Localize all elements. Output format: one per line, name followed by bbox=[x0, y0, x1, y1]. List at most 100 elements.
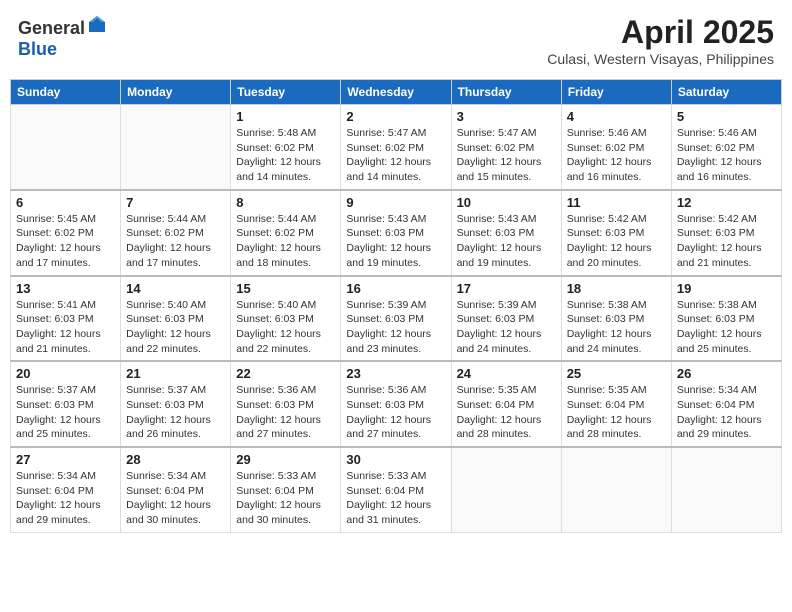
calendar-week-row: 27 Sunrise: 5:34 AM Sunset: 6:04 PM Dayli… bbox=[11, 447, 782, 532]
day-info: Sunrise: 5:34 AM Sunset: 6:04 PM Dayligh… bbox=[677, 383, 776, 442]
weekday-header-row: SundayMondayTuesdayWednesdayThursdayFrid… bbox=[11, 80, 782, 105]
calendar-cell: 13Sunrise: 5:41 AM Sunset: 6:03 PM Dayli… bbox=[11, 276, 121, 362]
weekday-header-sunday: Sunday bbox=[11, 80, 121, 105]
weekday-header-friday: Friday bbox=[561, 80, 671, 105]
day-number: 26 bbox=[677, 366, 776, 381]
page-header: General Blue April 2025 Culasi, Western … bbox=[10, 10, 782, 71]
day-number: 28 bbox=[126, 452, 225, 467]
logo-general: General bbox=[18, 18, 85, 38]
day-number: 24 bbox=[457, 366, 556, 381]
day-info: Sunrise: 5:37 AM Sunset: 6:03 PM Dayligh… bbox=[16, 383, 115, 442]
calendar-cell: 25Sunrise: 5:35 AM Sunset: 6:04 PM Dayli… bbox=[561, 361, 671, 447]
logo-blue: Blue bbox=[18, 39, 57, 59]
calendar-cell: 28 Sunrise: 5:34 AM Sunset: 6:04 PM Dayli… bbox=[121, 447, 231, 532]
day-number: 27 bbox=[16, 452, 115, 467]
day-info: Sunrise: 5:40 AM Sunset: 6:03 PM Dayligh… bbox=[236, 298, 335, 357]
calendar-cell: 29Sunrise: 5:33 AM Sunset: 6:04 PM Dayli… bbox=[231, 447, 341, 532]
day-info: Sunrise: 5:41 AM Sunset: 6:03 PM Dayligh… bbox=[16, 298, 115, 357]
day-number: 20 bbox=[16, 366, 115, 381]
calendar-cell bbox=[561, 447, 671, 532]
calendar-cell: 10 Sunrise: 5:43 AM Sunset: 6:03 PM Dayli… bbox=[451, 190, 561, 276]
day-number: 17 bbox=[457, 281, 556, 296]
day-info: Sunrise: 5:47 AM Sunset: 6:02 PM Dayligh… bbox=[346, 126, 445, 185]
day-number: 23 bbox=[346, 366, 445, 381]
calendar-cell: 4 Sunrise: 5:46 AM Sunset: 6:02 PM Daylig… bbox=[561, 105, 671, 190]
day-info: Sunrise: 5:42 AM Sunset: 6:03 PM Dayligh… bbox=[567, 212, 666, 271]
day-info: Sunrise: 5:36 AM Sunset: 6:03 PM Dayligh… bbox=[236, 383, 335, 442]
day-number: 18 bbox=[567, 281, 666, 296]
calendar-table: SundayMondayTuesdayWednesdayThursdayFrid… bbox=[10, 79, 782, 533]
logo: General Blue bbox=[18, 14, 107, 60]
calendar-cell: 27 Sunrise: 5:34 AM Sunset: 6:04 PM Dayli… bbox=[11, 447, 121, 532]
calendar-cell: 5 Sunrise: 5:46 AM Sunset: 6:02 PM Daylig… bbox=[671, 105, 781, 190]
calendar-cell: 18 Sunrise: 5:38 AM Sunset: 6:03 PM Dayli… bbox=[561, 276, 671, 362]
calendar-cell: 6 Sunrise: 5:45 AM Sunset: 6:02 PM Daylig… bbox=[11, 190, 121, 276]
calendar-cell: 7 Sunrise: 5:44 AM Sunset: 6:02 PM Daylig… bbox=[121, 190, 231, 276]
calendar-cell: 30 Sunrise: 5:33 AM Sunset: 6:04 PM Dayli… bbox=[341, 447, 451, 532]
day-number: 30 bbox=[346, 452, 445, 467]
day-number: 6 bbox=[16, 195, 115, 210]
calendar-cell: 23 Sunrise: 5:36 AM Sunset: 6:03 PM Dayli… bbox=[341, 361, 451, 447]
calendar-cell bbox=[11, 105, 121, 190]
calendar-week-row: 1 Sunrise: 5:48 AM Sunset: 6:02 PM Daylig… bbox=[11, 105, 782, 190]
day-info: Sunrise: 5:48 AM Sunset: 6:02 PM Dayligh… bbox=[236, 126, 335, 185]
day-number: 12 bbox=[677, 195, 776, 210]
calendar-cell: 1 Sunrise: 5:48 AM Sunset: 6:02 PM Daylig… bbox=[231, 105, 341, 190]
day-info: Sunrise: 5:33 AM Sunset: 6:04 PM Dayligh… bbox=[346, 469, 445, 528]
day-info: Sunrise: 5:34 AM Sunset: 6:04 PM Dayligh… bbox=[16, 469, 115, 528]
day-number: 10 bbox=[457, 195, 556, 210]
day-number: 4 bbox=[567, 109, 666, 124]
day-number: 11 bbox=[567, 195, 666, 210]
calendar-cell: 17 Sunrise: 5:39 AM Sunset: 6:03 PM Dayli… bbox=[451, 276, 561, 362]
calendar-week-row: 6 Sunrise: 5:45 AM Sunset: 6:02 PM Daylig… bbox=[11, 190, 782, 276]
calendar-cell: 9Sunrise: 5:43 AM Sunset: 6:03 PM Daylig… bbox=[341, 190, 451, 276]
calendar-cell bbox=[121, 105, 231, 190]
day-number: 1 bbox=[236, 109, 335, 124]
day-info: Sunrise: 5:36 AM Sunset: 6:03 PM Dayligh… bbox=[346, 383, 445, 442]
day-info: Sunrise: 5:40 AM Sunset: 6:03 PM Dayligh… bbox=[126, 298, 225, 357]
day-info: Sunrise: 5:44 AM Sunset: 6:02 PM Dayligh… bbox=[236, 212, 335, 271]
logo-icon bbox=[87, 14, 107, 34]
calendar-cell: 11 Sunrise: 5:42 AM Sunset: 6:03 PM Dayli… bbox=[561, 190, 671, 276]
day-info: Sunrise: 5:34 AM Sunset: 6:04 PM Dayligh… bbox=[126, 469, 225, 528]
logo-text: General Blue bbox=[18, 14, 107, 60]
weekday-header-wednesday: Wednesday bbox=[341, 80, 451, 105]
calendar-cell: 19Sunrise: 5:38 AM Sunset: 6:03 PM Dayli… bbox=[671, 276, 781, 362]
weekday-header-monday: Monday bbox=[121, 80, 231, 105]
day-info: Sunrise: 5:47 AM Sunset: 6:02 PM Dayligh… bbox=[457, 126, 556, 185]
day-number: 22 bbox=[236, 366, 335, 381]
calendar-cell: 15 Sunrise: 5:40 AM Sunset: 6:03 PM Dayli… bbox=[231, 276, 341, 362]
calendar-cell: 16 Sunrise: 5:39 AM Sunset: 6:03 PM Dayli… bbox=[341, 276, 451, 362]
day-info: Sunrise: 5:45 AM Sunset: 6:02 PM Dayligh… bbox=[16, 212, 115, 271]
calendar-week-row: 20 Sunrise: 5:37 AM Sunset: 6:03 PM Dayli… bbox=[11, 361, 782, 447]
location-subtitle: Culasi, Western Visayas, Philippines bbox=[547, 51, 774, 67]
day-info: Sunrise: 5:37 AM Sunset: 6:03 PM Dayligh… bbox=[126, 383, 225, 442]
day-info: Sunrise: 5:39 AM Sunset: 6:03 PM Dayligh… bbox=[457, 298, 556, 357]
day-info: Sunrise: 5:38 AM Sunset: 6:03 PM Dayligh… bbox=[677, 298, 776, 357]
day-info: Sunrise: 5:38 AM Sunset: 6:03 PM Dayligh… bbox=[567, 298, 666, 357]
calendar-cell: 3 Sunrise: 5:47 AM Sunset: 6:02 PM Daylig… bbox=[451, 105, 561, 190]
calendar-cell: 8Sunrise: 5:44 AM Sunset: 6:02 PM Daylig… bbox=[231, 190, 341, 276]
calendar-cell: 12Sunrise: 5:42 AM Sunset: 6:03 PM Dayli… bbox=[671, 190, 781, 276]
calendar-cell: 2Sunrise: 5:47 AM Sunset: 6:02 PM Daylig… bbox=[341, 105, 451, 190]
day-number: 7 bbox=[126, 195, 225, 210]
day-info: Sunrise: 5:46 AM Sunset: 6:02 PM Dayligh… bbox=[677, 126, 776, 185]
day-number: 15 bbox=[236, 281, 335, 296]
calendar-cell: 26 Sunrise: 5:34 AM Sunset: 6:04 PM Dayli… bbox=[671, 361, 781, 447]
weekday-header-thursday: Thursday bbox=[451, 80, 561, 105]
day-info: Sunrise: 5:33 AM Sunset: 6:04 PM Dayligh… bbox=[236, 469, 335, 528]
calendar-cell: 24 Sunrise: 5:35 AM Sunset: 6:04 PM Dayli… bbox=[451, 361, 561, 447]
day-info: Sunrise: 5:46 AM Sunset: 6:02 PM Dayligh… bbox=[567, 126, 666, 185]
day-number: 21 bbox=[126, 366, 225, 381]
calendar-cell bbox=[451, 447, 561, 532]
day-number: 16 bbox=[346, 281, 445, 296]
day-info: Sunrise: 5:35 AM Sunset: 6:04 PM Dayligh… bbox=[457, 383, 556, 442]
day-info: Sunrise: 5:39 AM Sunset: 6:03 PM Dayligh… bbox=[346, 298, 445, 357]
weekday-header-tuesday: Tuesday bbox=[231, 80, 341, 105]
day-info: Sunrise: 5:44 AM Sunset: 6:02 PM Dayligh… bbox=[126, 212, 225, 271]
day-number: 5 bbox=[677, 109, 776, 124]
day-info: Sunrise: 5:43 AM Sunset: 6:03 PM Dayligh… bbox=[457, 212, 556, 271]
day-number: 3 bbox=[457, 109, 556, 124]
calendar-cell bbox=[671, 447, 781, 532]
calendar-cell: 20 Sunrise: 5:37 AM Sunset: 6:03 PM Dayli… bbox=[11, 361, 121, 447]
